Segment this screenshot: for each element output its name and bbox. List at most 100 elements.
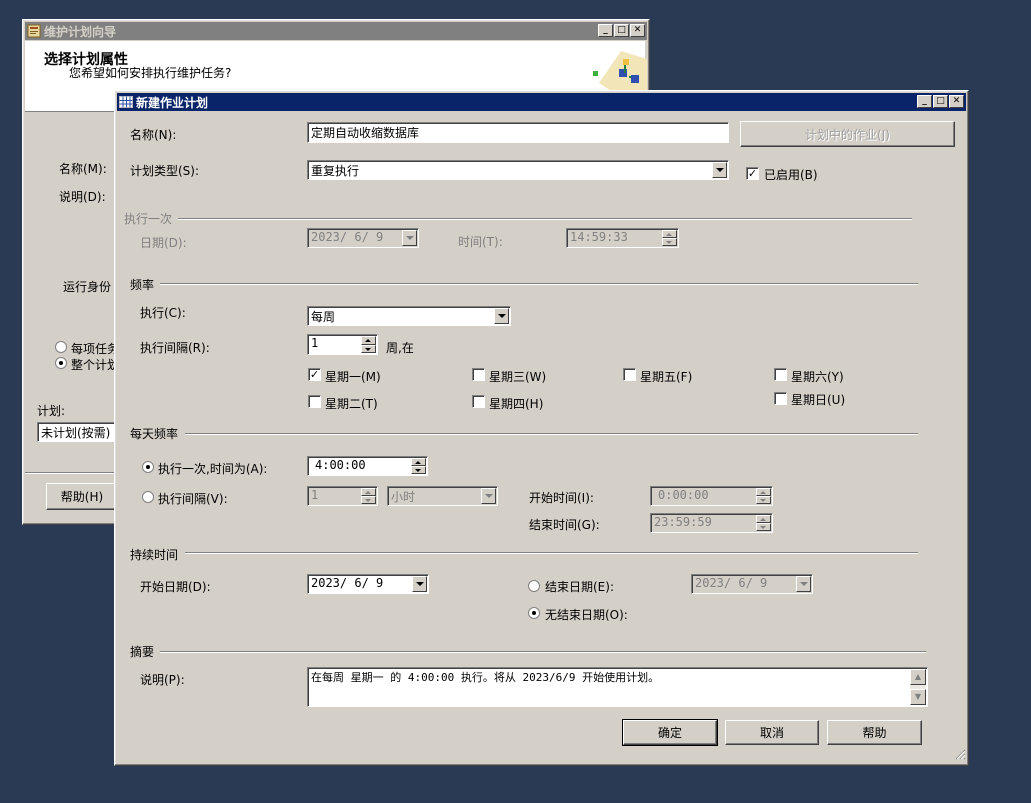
end-date-radio[interactable] [528,580,540,592]
dialog-maximize-button[interactable]: □ [933,95,948,108]
spinner-arrows-icon[interactable] [411,458,426,474]
help-button[interactable]: 帮助 [827,720,922,745]
daily-end-spinner: 23:59:59 [650,513,773,533]
chevron-down-icon [796,576,811,592]
saturday-label: 星期六(Y) [791,370,844,384]
wizard-header-subtitle: 您希望如何安排执行维护任务? [69,66,232,80]
tuesday-checkbox[interactable] [308,395,321,408]
daily-every-unit-select: 小时 [387,486,498,506]
summary-desc-textarea[interactable]: 在每周 星期一 的 4:00:00 执行。将从 2023/6/9 开始使用计划。… [307,667,928,707]
daily-group-label: 每天频率 [130,427,179,441]
spinner-arrows-icon[interactable] [361,336,376,353]
name-label: 名称(N): [130,128,177,142]
maximize-button[interactable]: □ [614,24,629,37]
summary-group-label: 摘要 [130,645,155,659]
thursday-checkbox[interactable] [472,395,485,408]
summary-desc-label: 说明(P): [140,673,185,687]
wizard-app-icon [27,24,41,38]
duration-group-label: 持续时间 [130,548,179,562]
spinner-arrows-icon [756,515,771,531]
summary-group-line [160,651,926,653]
minimize-button[interactable]: _ [598,24,613,37]
wizard-illustration-icon [591,47,647,94]
schedule-type-select[interactable]: 重复执行 [307,160,729,180]
no-end-date-label: 无结束日期(O): [545,608,628,622]
daily-every-label: 执行间隔(V): [158,492,228,506]
once-group-label: 执行一次 [124,212,173,226]
daily-start-value: 0:00:00 [658,488,709,502]
wizard-desc-label: 说明(D): [59,190,106,204]
ok-button[interactable]: 确定 [622,719,718,746]
interval-unit-label: 周,在 [386,341,414,355]
close-button[interactable]: ✕ [630,24,645,37]
dialog-title-bar[interactable]: 新建作业计划 _ □ ✕ [117,93,966,111]
occurs-label: 执行(C): [140,306,186,320]
daily-end-label: 结束时间(G): [529,518,600,532]
wizard-radio-whole-plan[interactable] [55,357,67,369]
name-input[interactable]: 定期自动收缩数据库 [307,122,729,143]
interval-value: 1 [311,336,319,350]
jobs-in-schedule-button[interactable]: 计划中的作业(J) [740,121,955,147]
monday-label: 星期一(M) [325,370,381,384]
wizard-help-button[interactable]: 帮助(H) [46,483,118,510]
end-date-value: 2023/ 6/ 9 [695,576,768,590]
monday-checkbox[interactable]: ✓ [308,368,321,381]
scroll-down-arrow-icon[interactable]: ▼ [910,689,926,705]
once-date-label: 日期(D): [140,236,187,250]
dialog-close-button[interactable]: ✕ [949,95,964,108]
start-date-value: 2023/ 6/ 9 [311,576,384,590]
chevron-down-icon[interactable] [412,576,427,592]
summary-scrollbar[interactable]: ▲ ▼ [910,669,926,705]
spinner-arrows-icon [361,488,376,504]
chevron-down-icon [481,488,496,504]
sunday-checkbox[interactable] [774,392,787,405]
summary-desc-text: 在每周 星期一 的 4:00:00 执行。将从 2023/6/9 开始使用计划。 [311,671,660,684]
schedule-type-value: 重复执行 [311,164,360,178]
frequency-group-label: 频率 [130,278,155,292]
once-date-value: 2023/ 6/ 9 [311,230,384,244]
chevron-down-icon[interactable] [712,162,727,178]
sunday-label: 星期日(U) [791,393,846,407]
occurs-value: 每周 [311,310,336,324]
once-date-picker: 2023/ 6/ 9 [307,228,419,248]
daily-once-time-spinner[interactable]: 4:00:00 [307,456,428,476]
new-job-schedule-dialog: 新建作业计划 _ □ ✕ 名称(N): 定期自动收缩数据库 计划中的作业(J) … [114,90,969,766]
wizard-radio-each-task[interactable] [55,341,67,353]
daily-every-spinner: 1 [307,486,378,506]
resize-grip-icon[interactable] [954,748,966,763]
daily-every-radio[interactable] [142,491,154,503]
wizard-title-bar[interactable]: 维护计划向导 _ □ ✕ [25,22,647,40]
wizard-schedule-label: 计划: [37,404,66,418]
spinner-arrows-icon [662,230,677,246]
friday-checkbox[interactable] [623,368,636,381]
daily-group-line [185,433,918,435]
chevron-down-icon[interactable] [494,308,509,324]
once-time-spinner: 14:59:33 [566,228,679,248]
dialog-title: 新建作业计划 [136,95,209,110]
interval-spinner[interactable]: 1 [307,334,378,355]
daily-once-radio[interactable] [142,461,154,473]
chevron-down-icon [402,230,417,246]
wizard-radio-whole-label: 整个计划 [71,358,120,372]
end-date-picker: 2023/ 6/ 9 [691,574,813,594]
wizard-radio-each-label: 每项任务 [71,342,120,356]
enabled-checkbox[interactable]: ✓ [746,167,759,180]
tuesday-label: 星期二(T) [325,397,378,411]
daily-once-label: 执行一次,时间为(A): [158,462,268,476]
daily-once-time-value: 4:00:00 [315,458,366,472]
duration-group-line [185,552,918,554]
wednesday-checkbox[interactable] [472,368,485,381]
wednesday-label: 星期三(W) [489,370,547,384]
saturday-checkbox[interactable] [774,368,787,381]
scroll-up-arrow-icon[interactable]: ▲ [910,669,926,685]
occurs-select[interactable]: 每周 [307,306,511,326]
wizard-footer-divider [25,472,121,474]
daily-start-label: 开始时间(I): [529,491,594,505]
wizard-name-label: 名称(M): [59,162,107,176]
no-end-date-radio[interactable] [528,607,540,619]
frequency-group-line [160,283,918,285]
start-date-picker[interactable]: 2023/ 6/ 9 [307,574,429,594]
schedule-grid-icon [119,95,133,109]
cancel-button[interactable]: 取消 [725,720,819,745]
dialog-minimize-button[interactable]: _ [917,95,932,108]
